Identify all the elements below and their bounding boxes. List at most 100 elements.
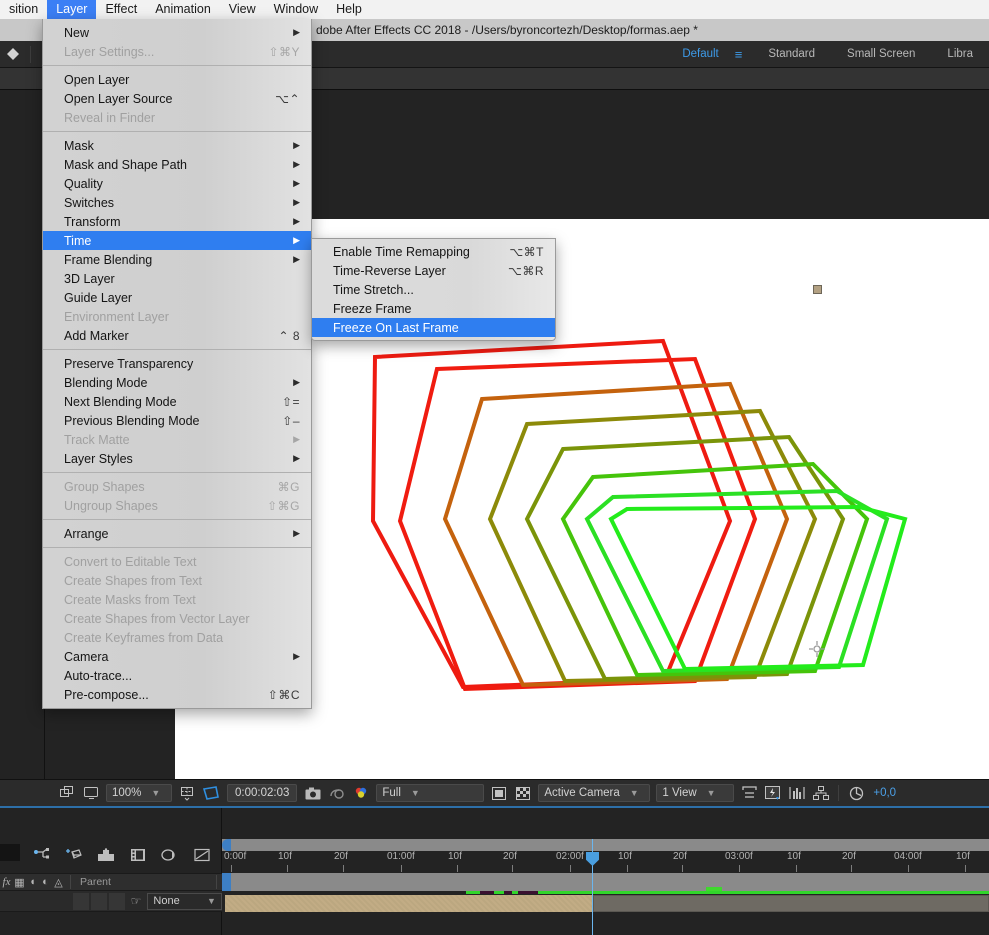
- motion-sketch-icon[interactable]: [186, 840, 218, 870]
- ruler-label: 0:00f: [224, 851, 247, 862]
- layer-menu-item[interactable]: Add Marker ⌃ 8: [43, 326, 311, 345]
- show-snapshot-icon[interactable]: [325, 783, 349, 803]
- workspace-small-screen[interactable]: Small Screen: [831, 41, 931, 68]
- layer-menu-item[interactable]: Preserve Transparency: [43, 354, 311, 373]
- layer-track-area[interactable]: [222, 887, 989, 935]
- workspace-libraries[interactable]: Libra: [931, 41, 989, 68]
- resolution-dropdown[interactable]: Full ▼: [376, 784, 485, 802]
- new-composition-icon[interactable]: [90, 840, 122, 870]
- show-channel-icon[interactable]: [349, 783, 373, 803]
- chevron-down-icon: ▼: [207, 896, 216, 906]
- take-snapshot-icon[interactable]: [301, 783, 325, 803]
- selection-tool-icon[interactable]: [0, 41, 26, 68]
- time-submenu-item[interactable]: Freeze On Last Frame: [312, 318, 555, 337]
- menubar-item-help[interactable]: Help: [327, 0, 371, 19]
- layer-menu-item[interactable]: Mask and Shape Path ▶: [43, 155, 311, 174]
- menubar-item-window[interactable]: Window: [265, 0, 327, 19]
- ruler-label: 10f: [787, 851, 801, 862]
- time-submenu-item[interactable]: Freeze Frame: [312, 299, 555, 318]
- fx-icon: fx: [2, 876, 11, 888]
- layer-menu-item[interactable]: Layer Styles ▶: [43, 449, 311, 468]
- camera-dropdown[interactable]: Active Camera ▼: [538, 784, 651, 802]
- parent-pickwhip-icon[interactable]: ☞: [131, 894, 142, 908]
- menu-separator: [43, 547, 311, 548]
- graph-editor-icon[interactable]: [26, 840, 58, 870]
- layer-duration-bar[interactable]: [225, 895, 593, 912]
- views-dropdown[interactable]: 1 View ▼: [656, 784, 735, 802]
- time-submenu-item[interactable]: Enable Time Remapping ⌥⌘T: [312, 242, 555, 261]
- layer-menu-item[interactable]: Switches ▶: [43, 193, 311, 212]
- menu-separator: [43, 131, 311, 132]
- menubar-item-animation[interactable]: Animation: [146, 0, 220, 19]
- timeline-layer-row[interactable]: ☞ None ▼: [0, 891, 222, 912]
- time-submenu-item[interactable]: Time Stretch...: [312, 280, 555, 299]
- workspace-menu-icon[interactable]: ≡: [735, 47, 753, 62]
- layer-extension-bar[interactable]: [593, 895, 989, 912]
- layer-menu-item[interactable]: Open Layer Source ⌥⌃: [43, 89, 311, 108]
- layer-menu-item[interactable]: Pre-compose... ⇧⌘C: [43, 685, 311, 704]
- switch-cell[interactable]: [90, 892, 107, 910]
- work-area-band[interactable]: [222, 873, 989, 891]
- layer-menu-item[interactable]: Blending Mode ▶: [43, 373, 311, 392]
- reset-exposure-icon[interactable]: [844, 783, 868, 803]
- time-submenu-item[interactable]: Time-Reverse Layer ⌥⌘R: [312, 261, 555, 280]
- toggle-multiple-views-icon[interactable]: [55, 783, 79, 803]
- layer-menu-item: Convert to Editable Text: [43, 552, 311, 571]
- current-time-display[interactable]: 0:00:02:03: [227, 784, 298, 802]
- switch-cell[interactable]: [72, 892, 89, 910]
- switch-cell[interactable]: [108, 892, 125, 910]
- workspace-default[interactable]: Default: [666, 41, 734, 68]
- layer-menu-item[interactable]: New ▶: [43, 23, 311, 42]
- layer-menu-item[interactable]: Guide Layer: [43, 288, 311, 307]
- submenu-arrow-icon: ▶: [293, 377, 300, 387]
- transparency-grid-icon[interactable]: [511, 783, 535, 803]
- magnification-dropdown[interactable]: 100% ▼: [106, 784, 172, 802]
- exposure-value[interactable]: +0,0: [868, 787, 896, 799]
- layer-menu-item[interactable]: 3D Layer: [43, 269, 311, 288]
- layer-menu-item[interactable]: Open Layer: [43, 70, 311, 89]
- layer-menu-item[interactable]: Arrange ▶: [43, 524, 311, 543]
- submenu-arrow-icon: ▶: [293, 197, 300, 207]
- menubar-item-layer[interactable]: Layer: [47, 0, 97, 19]
- menubar-item-view[interactable]: View: [220, 0, 265, 19]
- layer-menu-item: Create Masks from Text: [43, 590, 311, 609]
- window-title: dobe After Effects CC 2018 - /Users/byro…: [316, 23, 698, 37]
- layer-menu-item[interactable]: Previous Blending Mode ⇧–: [43, 411, 311, 430]
- layer-menu-item[interactable]: Transform ▶: [43, 212, 311, 231]
- work-area-start-handle[interactable]: [222, 873, 231, 891]
- menu-item-label: Mask: [64, 138, 94, 153]
- menubar-item-effect[interactable]: Effect: [96, 0, 146, 19]
- workspace-standard[interactable]: Standard: [752, 41, 831, 68]
- scrollbar-left-handle[interactable]: [222, 839, 231, 851]
- adjustment-layer-icon[interactable]: [154, 840, 186, 870]
- time-submenu: Enable Time Remapping ⌥⌘T Time-Reverse Lay…: [311, 238, 556, 341]
- menu-item-label: Enable Time Remapping: [333, 244, 470, 259]
- region-toggle-icon[interactable]: [487, 783, 511, 803]
- ruler-label: 10f: [956, 851, 970, 862]
- layer-menu-item[interactable]: Auto-trace...: [43, 666, 311, 685]
- layer-menu-item[interactable]: Camera ▶: [43, 647, 311, 666]
- fast-previews-icon[interactable]: [761, 783, 785, 803]
- menu-item-label: Open Layer Source: [64, 91, 173, 106]
- layer-menu-item[interactable]: Time ▶: [43, 231, 311, 250]
- menu-item-label: New: [64, 25, 90, 40]
- layer-menu-item[interactable]: Mask ▶: [43, 136, 311, 155]
- timeline-column-headers: fx ▦ ◖ ◐ ◬ Parent: [0, 873, 222, 891]
- layer-menu-item[interactable]: Next Blending Mode ⇧=: [43, 392, 311, 411]
- time-ruler[interactable]: 0:00f 10f 20f 01:00f 10f 20f 02:00f 10f …: [222, 851, 989, 873]
- renderer-options-icon[interactable]: [809, 783, 833, 803]
- layer-menu-item[interactable]: Frame Blending ▶: [43, 250, 311, 269]
- timeline-graph-icon[interactable]: [785, 783, 809, 803]
- timeline-horizontal-scrollbar[interactable]: [222, 839, 989, 851]
- always-preview-this-view-icon[interactable]: [79, 783, 103, 803]
- menubar-item-composition[interactable]: sition: [0, 0, 47, 19]
- parent-dropdown[interactable]: None ▼: [147, 892, 222, 910]
- menu-item-label: Transform: [64, 214, 121, 229]
- region-of-interest-icon[interactable]: [199, 783, 223, 803]
- column-divider: [216, 875, 217, 889]
- layer-menu-item[interactable]: Quality ▶: [43, 174, 311, 193]
- 3d-renderer-icon[interactable]: [58, 840, 90, 870]
- footage-icon[interactable]: [122, 840, 154, 870]
- pixel-aspect-correction-icon[interactable]: [737, 783, 761, 803]
- choose-grid-guides-icon[interactable]: [175, 783, 199, 803]
